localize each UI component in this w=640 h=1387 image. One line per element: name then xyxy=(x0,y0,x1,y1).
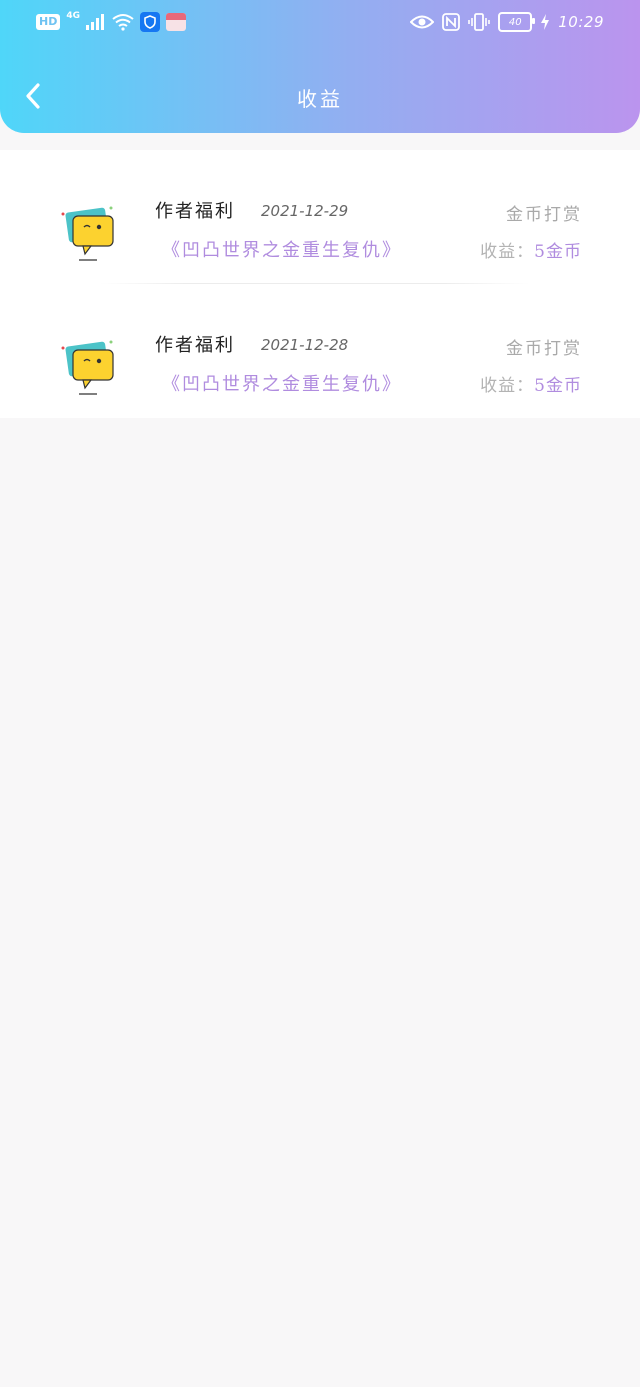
eye-icon xyxy=(410,15,435,29)
status-right: 40 10:29 xyxy=(410,12,604,32)
record-author: 作者福利 xyxy=(155,201,235,222)
status-bar: HD 4G 40 10:29 xyxy=(0,0,640,48)
record-date: 2021-12-28 xyxy=(261,336,349,354)
record-book-title: 《凹凸世界之金重生复仇》 xyxy=(162,240,402,261)
list-item[interactable]: 作者福利 2021-12-29 金币打赏 《凹凸世界之金重生复仇》 收益：5金币 xyxy=(0,150,640,284)
wifi-icon xyxy=(112,14,134,31)
clock: 10:29 xyxy=(558,13,604,31)
signal-icon xyxy=(86,14,104,30)
status-left: HD 4G xyxy=(36,11,186,32)
security-app-icon xyxy=(140,12,160,32)
box-app-icon xyxy=(166,13,186,31)
earnings-label: 收益： xyxy=(480,376,535,396)
header-bar: HD 4G 40 10:29 收益 xyxy=(0,0,640,133)
earnings-value: 5金币 xyxy=(534,242,582,262)
record-earnings: 收益：5金币 xyxy=(480,371,582,396)
vibrate-icon xyxy=(468,13,491,31)
record-earnings: 收益：5金币 xyxy=(480,237,582,262)
earnings-label: 收益： xyxy=(480,242,535,262)
charging-icon xyxy=(541,14,550,30)
list-item[interactable]: 作者福利 2021-12-28 金币打赏 《凹凸世界之金重生复仇》 收益：5金币 xyxy=(0,284,640,418)
chat-bubble-avatar-icon xyxy=(61,206,114,261)
battery-indicator: 40 xyxy=(498,12,536,32)
page-title: 收益 xyxy=(297,87,343,111)
record-type: 金币打赏 xyxy=(506,339,582,359)
record-book-title: 《凹凸世界之金重生复仇》 xyxy=(162,374,402,395)
earnings-value: 5金币 xyxy=(534,376,582,396)
record-date: 2021-12-29 xyxy=(261,202,349,220)
chat-bubble-avatar-icon xyxy=(61,340,114,395)
earnings-list: 作者福利 2021-12-29 金币打赏 《凹凸世界之金重生复仇》 收益：5金币… xyxy=(0,150,640,418)
record-type: 金币打赏 xyxy=(506,205,582,225)
hd-icon: HD xyxy=(36,14,61,30)
network-type: 4G xyxy=(66,11,80,21)
nfc-icon xyxy=(442,13,461,31)
record-author: 作者福利 xyxy=(155,335,235,356)
